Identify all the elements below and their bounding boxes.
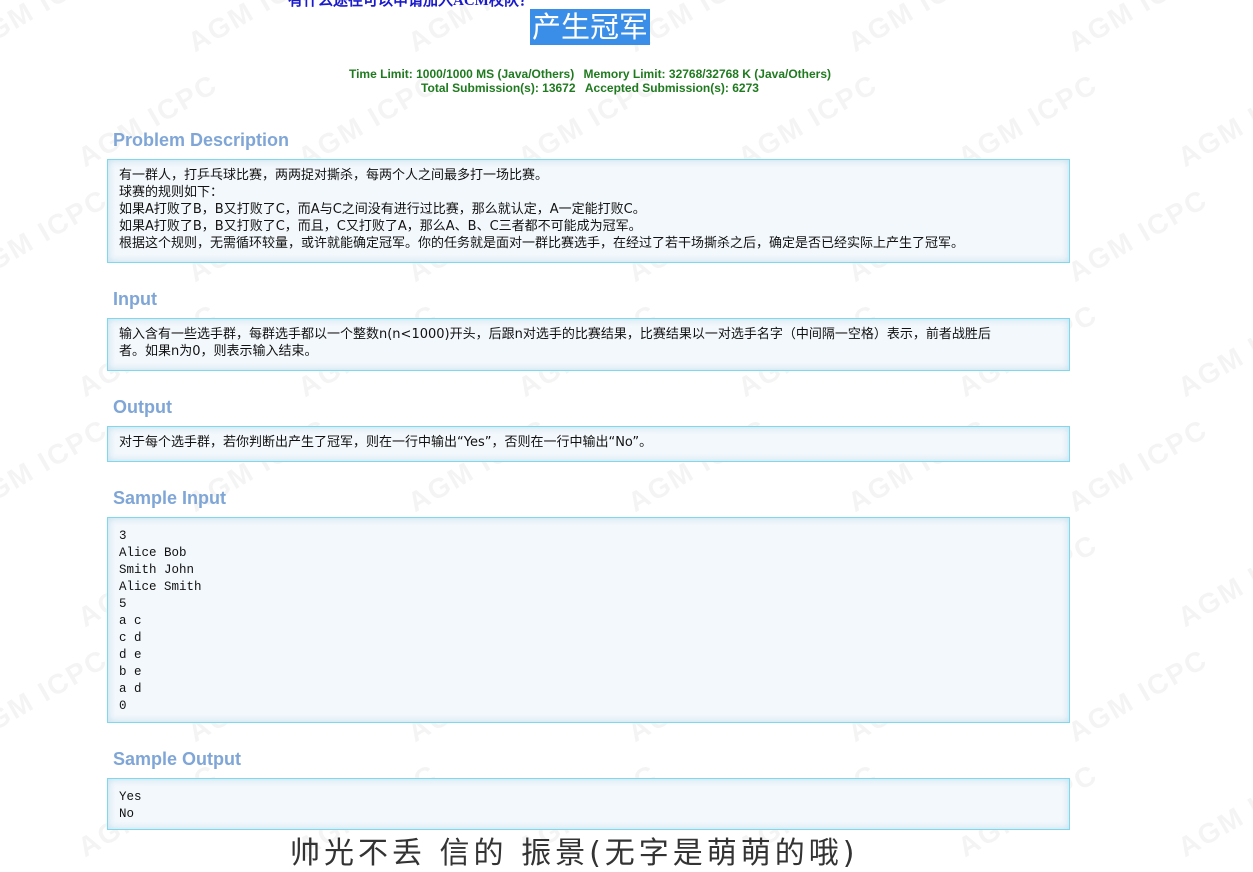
problem-title: 产生冠军 <box>529 9 650 45</box>
description-line: 如果A打败了B，B又打败了C，而A与C之间没有进行过比赛，那么就认定，A一定能打… <box>119 202 646 217</box>
sample-input-line: 3 <box>119 529 127 543</box>
sample-input-line: d e <box>119 648 142 662</box>
accepted-submissions: Accepted Submission(s): 6273 <box>584 81 759 95</box>
watermark-text: AGM ICPC <box>1062 183 1213 289</box>
sample-input-line: 5 <box>119 597 127 611</box>
total-submissions: Total Submission(s): 13672 <box>421 81 576 95</box>
bottom-caption: 帅光不丢 信的 振景(无字是萌萌的哦) <box>290 836 859 871</box>
description-line: 如果A打败了B，B又打败了C，而且，C又打败了A，那么A、B、C三者都不可能成为… <box>119 219 642 234</box>
watermark-text: AGM ICPC <box>1062 643 1213 749</box>
memory-limit: Memory Limit: 32768/32768 K (Java/Others… <box>583 67 831 81</box>
watermark-text: AGM ICPC <box>1172 528 1253 634</box>
sample-input-heading: Sample Input <box>113 488 227 508</box>
sample-output-line: No <box>119 807 135 821</box>
watermark-text: AGM ICPC <box>0 413 114 519</box>
sample-output-heading: Sample Output <box>113 749 242 769</box>
watermark-text: AGM ICPC <box>1172 68 1253 174</box>
sample-input-panel: 3 Alice Bob Smith John Alice Smith 5 a c… <box>107 517 1070 723</box>
sample-output-line: Yes <box>119 790 142 804</box>
description-panel: 有一群人，打乒乓球比赛，两两捉对撕杀，每两个人之间最多打一场比赛。 球赛的规则如… <box>107 159 1070 263</box>
title-area: 产生冠军 <box>0 9 1180 45</box>
sample-input-line: c d <box>119 631 142 645</box>
watermark-text: AGM ICPC <box>0 183 114 289</box>
problem-limits: Time Limit: 1000/1000 MS (Java/Others) M… <box>0 67 1180 95</box>
watermark-text: AGM ICPC <box>1062 413 1213 519</box>
sample-input-line: Alice Smith <box>119 580 202 594</box>
watermark-text: AGM ICPC <box>0 643 114 749</box>
sample-input-line: a c <box>119 614 142 628</box>
sample-output-panel: Yes No <box>107 778 1070 830</box>
time-limit: Time Limit: 1000/1000 MS (Java/Others) <box>348 67 575 81</box>
output-panel: 对于每个选手群，若你判断出产生了冠军，则在一行中输出“Yes”，否则在一行中输出… <box>107 426 1070 462</box>
description-line: 有一群人，打乒乓球比赛，两两捉对撕杀，每两个人之间最多打一场比赛。 <box>119 168 549 183</box>
watermark-text: AGM ICPC <box>1172 298 1253 404</box>
description-heading: Problem Description <box>113 130 290 150</box>
sample-input-line: 0 <box>119 699 127 713</box>
sample-input-line: Smith John <box>119 563 195 577</box>
output-line: 对于每个选手群，若你判断出产生了冠军，则在一行中输出“Yes”，否则在一行中输出… <box>119 435 653 450</box>
output-heading: Output <box>113 397 172 417</box>
description-line: 球赛的规则如下： <box>119 185 224 200</box>
description-line: 根据这个规则，无需循环较量，或许就能确定冠军。你的任务就是面对一群比赛选手，在经… <box>119 236 965 251</box>
sample-input-line: Alice Bob <box>119 546 187 560</box>
sample-input-line: a d <box>119 682 142 696</box>
watermark-text: AGM ICPC <box>1172 758 1253 864</box>
sample-input-line: b e <box>119 665 142 679</box>
input-panel: 输入含有一些选手群，每群选手都以一个整数n(n<1000)开头，后跟n对选手的比… <box>107 318 1070 371</box>
input-line: 输入含有一些选手群，每群选手都以一个整数n(n<1000)开头，后跟n对选手的比… <box>119 327 991 342</box>
input-heading: Input <box>113 289 157 309</box>
input-line: 者。如果n为0，则表示输入结束。 <box>119 344 318 359</box>
